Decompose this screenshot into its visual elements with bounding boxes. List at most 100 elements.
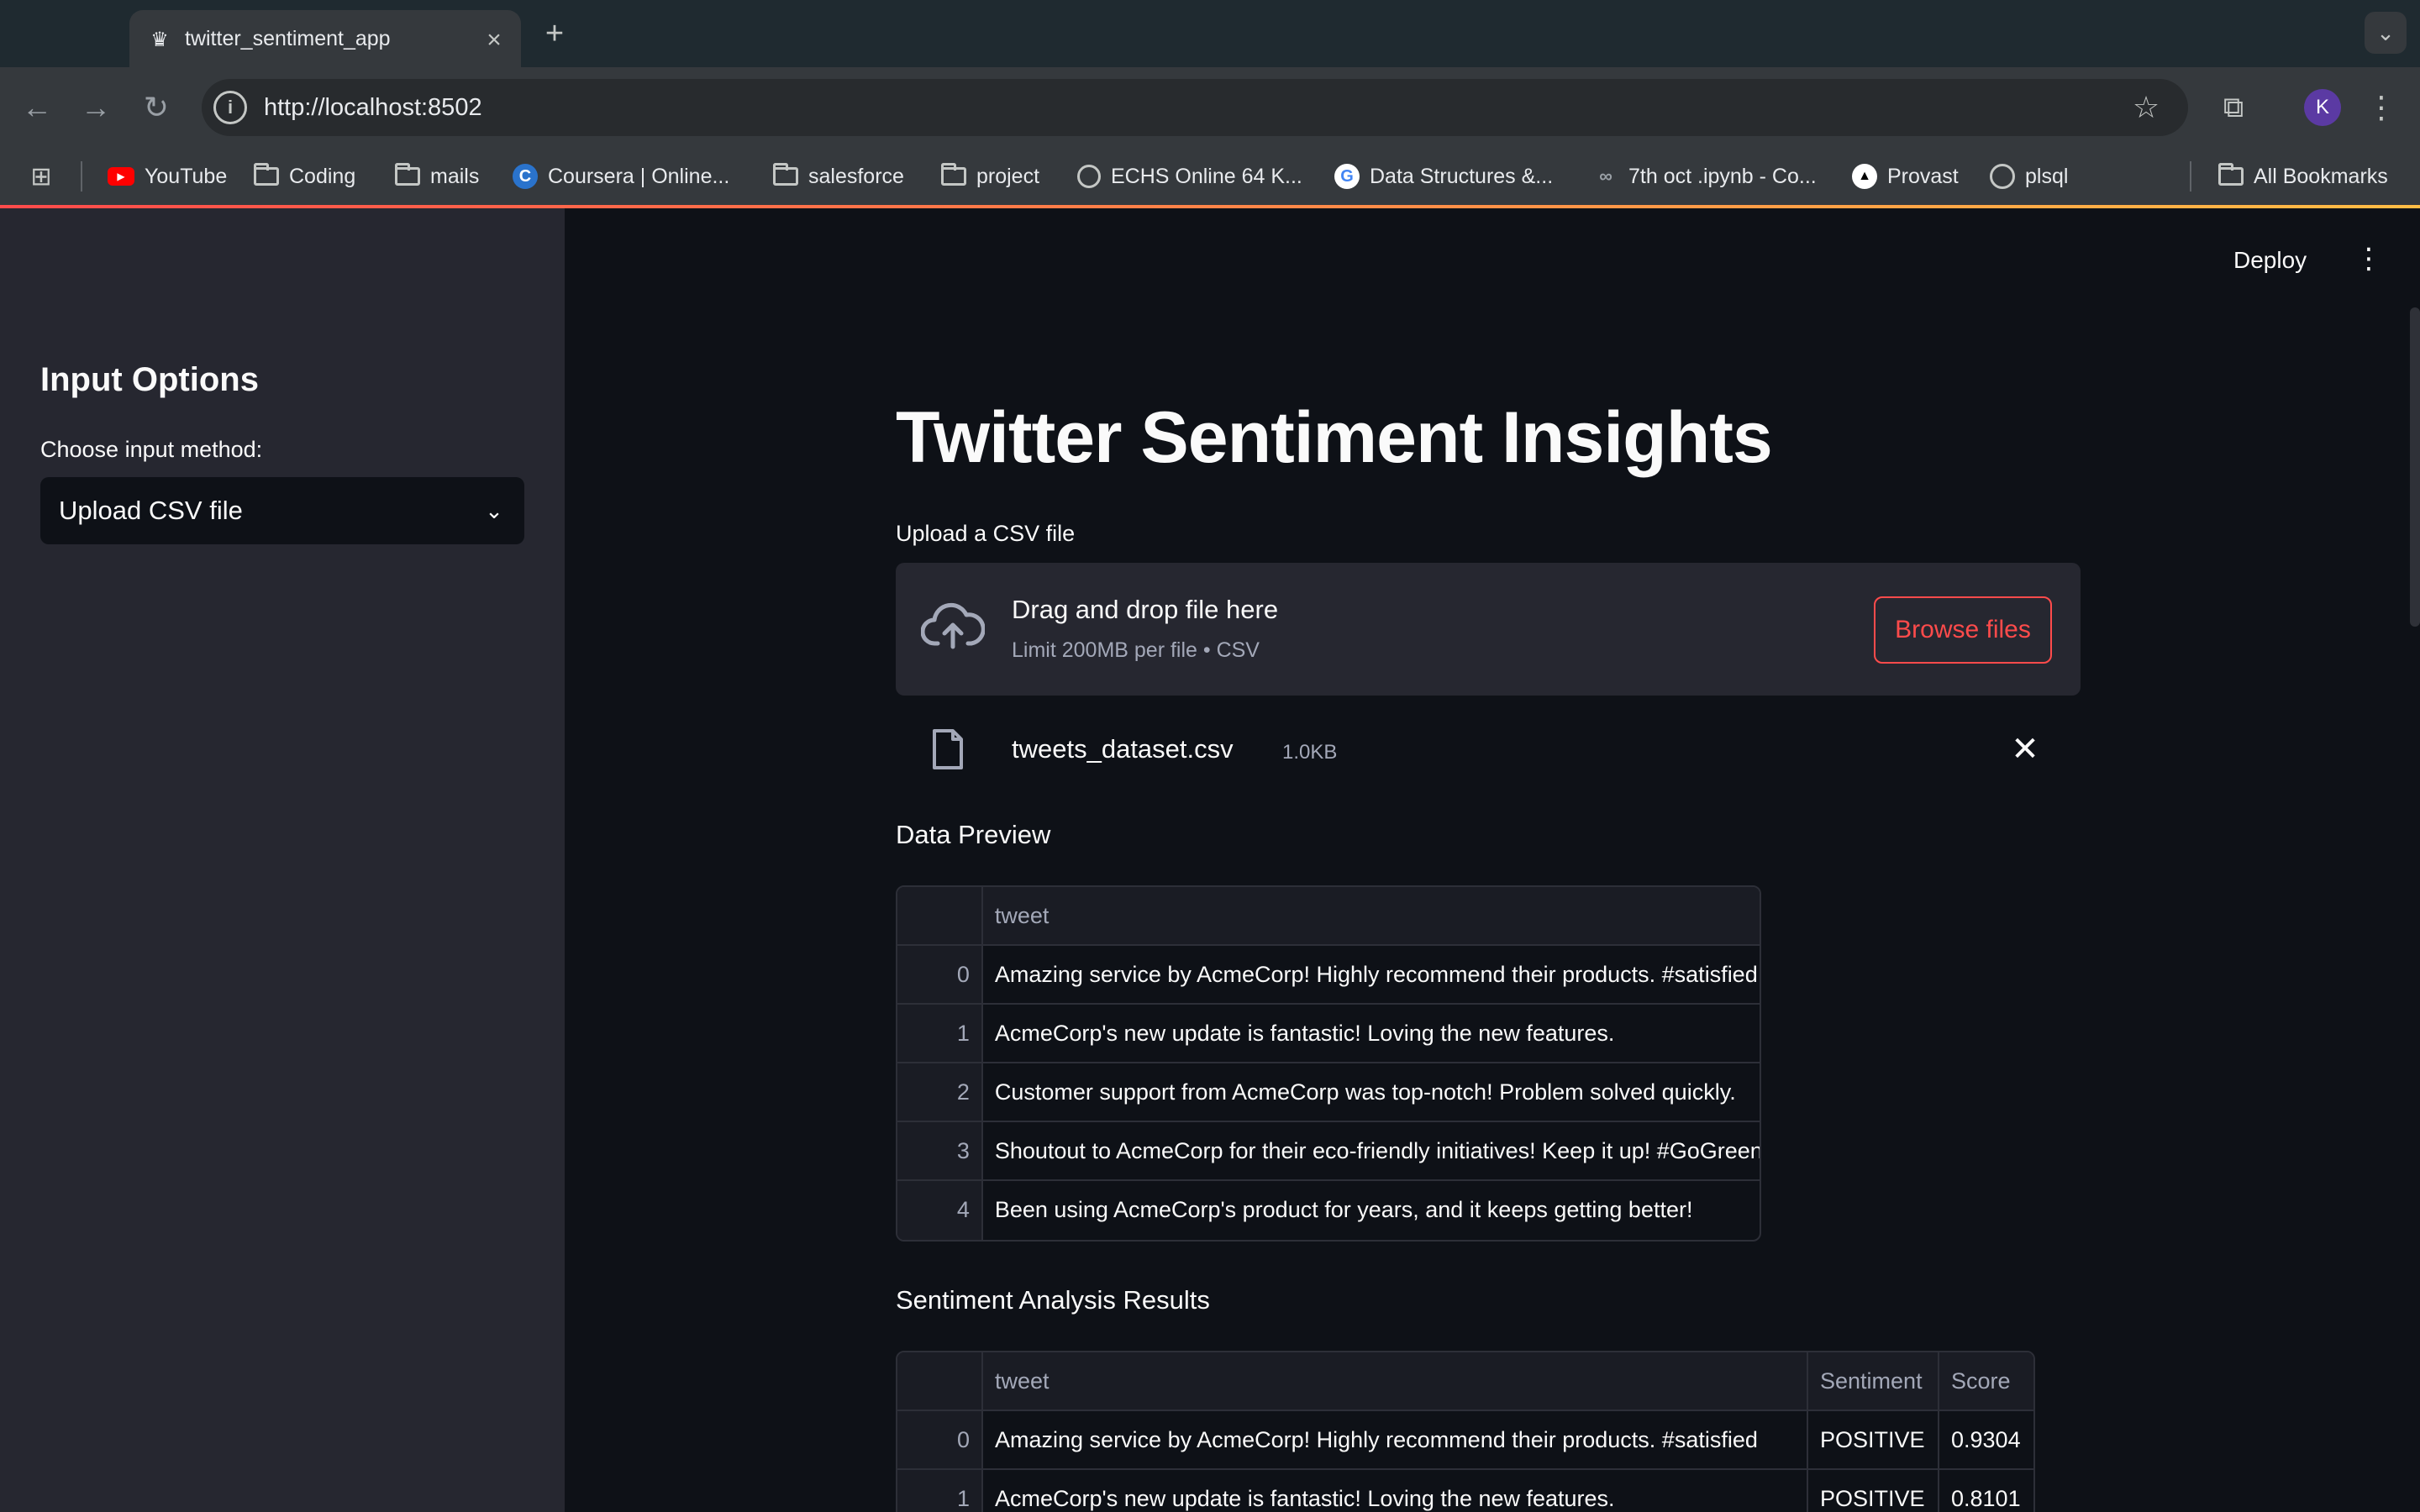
bookmark-label: plsql <box>2025 164 2069 188</box>
browser-menu-icon[interactable]: ⋮ <box>2365 86 2398 129</box>
bookmark-label: Data Structures &... <box>1370 164 1554 188</box>
bookmark-salesforce[interactable]: salesforce <box>773 160 904 193</box>
all-bookmarks[interactable]: All Bookmarks <box>2218 160 2388 193</box>
cloud-upload-icon <box>921 602 985 649</box>
data-preview-heading: Data Preview <box>896 820 1051 849</box>
apps-grid-icon[interactable]: ⊞ <box>29 160 54 193</box>
table-header-row: tweet Sentiment Score <box>897 1352 2033 1411</box>
bookmark-youtube[interactable]: ▶ YouTube <box>108 160 227 193</box>
table-row: 0 Amazing service by AcmeCorp! Highly re… <box>897 1411 2033 1470</box>
file-name: tweets_dataset.csv <box>1012 734 1234 764</box>
sentiment-results-table[interactable]: tweet Sentiment Score 0 Amazing service … <box>896 1351 2035 1512</box>
bookmark-mails[interactable]: mails <box>395 160 479 193</box>
bookmark-echs[interactable]: ECHS Online 64 K... <box>1077 160 1302 193</box>
dropzone-instructions: Drag and drop file here <box>1012 595 1279 624</box>
table-cell[interactable]: Amazing service by AcmeCorp! Highly reco… <box>983 1411 1808 1468</box>
row-index: 0 <box>897 1411 983 1468</box>
main-area: Deploy ⋮ Twitter Sentiment Insights Uplo… <box>565 208 2420 1512</box>
table-cell[interactable]: Amazing service by AcmeCorp! Highly reco… <box>983 946 1760 1003</box>
sidebar: Input Options Choose input method: Uploa… <box>0 208 565 1512</box>
bookmark-label: salesforce <box>808 164 904 188</box>
row-index: 1 <box>897 1005 983 1062</box>
browser-tab[interactable]: ♛ twitter_sentiment_app × <box>129 10 521 67</box>
row-index: 1 <box>897 1470 983 1512</box>
score-cell[interactable]: 0.8101 <box>1939 1470 2033 1512</box>
bookmark-label: ECHS Online 64 K... <box>1111 164 1302 188</box>
table-row: 2 Customer support from AcmeCorp was top… <box>897 1063 1760 1122</box>
tab-title: twitter_sentiment_app <box>185 27 391 50</box>
folder-icon <box>395 163 420 186</box>
streamlit-crown-icon: ♛ <box>150 29 169 51</box>
bookmark-plsql[interactable]: plsql <box>1990 160 2068 193</box>
url-text[interactable]: http://localhost:8502 <box>264 91 482 124</box>
row-index: 2 <box>897 1063 983 1121</box>
chevron-down-icon[interactable]: ⌄ <box>479 494 509 528</box>
close-tab-icon[interactable]: × <box>479 25 509 55</box>
extensions-puzzle-icon[interactable]: ⧉ <box>2212 86 2255 129</box>
column-header[interactable]: Sentiment <box>1808 1352 1939 1410</box>
file-dropzone[interactable]: Drag and drop file here Limit 200MB per … <box>896 563 2081 696</box>
table-cell[interactable]: Been using AcmeCorp's product for years,… <box>983 1181 1760 1240</box>
table-cell[interactable]: AcmeCorp's new update is fantastic! Lovi… <box>983 1470 1808 1512</box>
tab-strip: ♛ twitter_sentiment_app × + ⌄ <box>0 0 2420 67</box>
column-header[interactable]: tweet <box>982 887 1760 944</box>
input-method-value[interactable]: Upload CSV file <box>59 494 243 528</box>
sidebar-heading: Input Options <box>40 361 259 398</box>
column-header[interactable]: Score <box>1939 1352 2033 1410</box>
bookmark-star-icon[interactable]: ☆ <box>2126 87 2166 128</box>
folder-icon <box>254 163 279 186</box>
table-cell[interactable]: AcmeCorp's new update is fantastic! Lovi… <box>983 1005 1760 1062</box>
data-preview-table[interactable]: tweet 0 Amazing service by AcmeCorp! Hig… <box>896 885 1761 1242</box>
uploaded-file: tweets_dataset.csv 1.0KB ✕ <box>896 721 2081 780</box>
upload-label: Upload a CSV file <box>896 521 1076 546</box>
provast-icon: ▲ <box>1852 164 1877 189</box>
row-index: 3 <box>897 1122 983 1179</box>
bookmark-project[interactable]: project <box>941 160 1039 193</box>
forward-arrow-icon[interactable]: → <box>74 86 118 129</box>
bookmarks-divider <box>81 161 82 192</box>
browser-window: ♛ twitter_sentiment_app × + ⌄ ← → ↻ i ht… <box>0 0 2420 1512</box>
bookmark-label: mails <box>430 164 480 188</box>
column-header <box>897 1352 983 1410</box>
deploy-button[interactable]: Deploy <box>2233 247 2307 274</box>
bookmark-colab[interactable]: ∞ 7th oct .ipynb - Co... <box>1593 160 1817 193</box>
address-bar[interactable]: i http://localhost:8502 ☆ <box>202 79 2188 136</box>
sentiment-cell[interactable]: POSITIVE <box>1808 1411 1939 1468</box>
column-header[interactable]: tweet <box>983 1352 1808 1410</box>
table-row: 1 AcmeCorp's new update is fantastic! Lo… <box>897 1005 1760 1063</box>
column-header <box>897 887 983 944</box>
youtube-icon: ▶ <box>108 167 134 186</box>
profile-avatar[interactable]: K <box>2304 89 2341 126</box>
file-icon <box>933 729 963 769</box>
coursera-icon: C <box>513 164 538 189</box>
bookmarks-bar: ⊞ ▶ YouTube Coding mails C Coursera | On… <box>0 148 2420 205</box>
globe-icon <box>1077 165 1101 188</box>
row-index: 4 <box>897 1181 983 1240</box>
new-tab-icon[interactable]: + <box>538 15 571 52</box>
score-cell[interactable]: 0.9304 <box>1939 1411 2033 1468</box>
browse-files-button[interactable]: Browse files <box>1874 596 2052 664</box>
bookmark-data-structures[interactable]: G Data Structures &... <box>1334 160 1553 193</box>
remove-file-icon[interactable]: ✕ <box>2007 731 2044 768</box>
scrollbar[interactable] <box>2410 307 2420 627</box>
reload-icon[interactable]: ↻ <box>134 86 178 129</box>
back-arrow-icon[interactable]: ← <box>15 86 59 129</box>
bookmark-provast[interactable]: ▲ Provast <box>1852 160 1959 193</box>
table-cell[interactable]: Customer support from AcmeCorp was top-n… <box>983 1063 1760 1121</box>
bookmark-label: project <box>976 164 1040 188</box>
bookmark-coursera[interactable]: C Coursera | Online... <box>513 160 729 193</box>
bookmark-label: Coursera | Online... <box>548 164 730 188</box>
tab-search-chevron-icon[interactable]: ⌄ <box>2365 12 2407 54</box>
table-cell[interactable]: Shoutout to AcmeCorp for their eco-frien… <box>983 1122 1760 1179</box>
site-info-icon[interactable]: i <box>213 91 247 124</box>
google-icon: G <box>1334 164 1360 189</box>
row-index: 0 <box>897 946 983 1003</box>
app-menu-icon[interactable]: ⋮ <box>2354 242 2383 276</box>
bookmark-coding[interactable]: Coding <box>254 160 355 193</box>
table-row: 3 Shoutout to AcmeCorp for their eco-fri… <box>897 1122 1760 1181</box>
table-row: 1 AcmeCorp's new update is fantastic! Lo… <box>897 1470 2033 1512</box>
sentiment-cell[interactable]: POSITIVE <box>1808 1470 1939 1512</box>
input-method-select[interactable]: Upload CSV file ⌄ <box>40 477 524 544</box>
table-row: 0 Amazing service by AcmeCorp! Highly re… <box>897 946 1760 1005</box>
folder-icon <box>2218 163 2244 186</box>
